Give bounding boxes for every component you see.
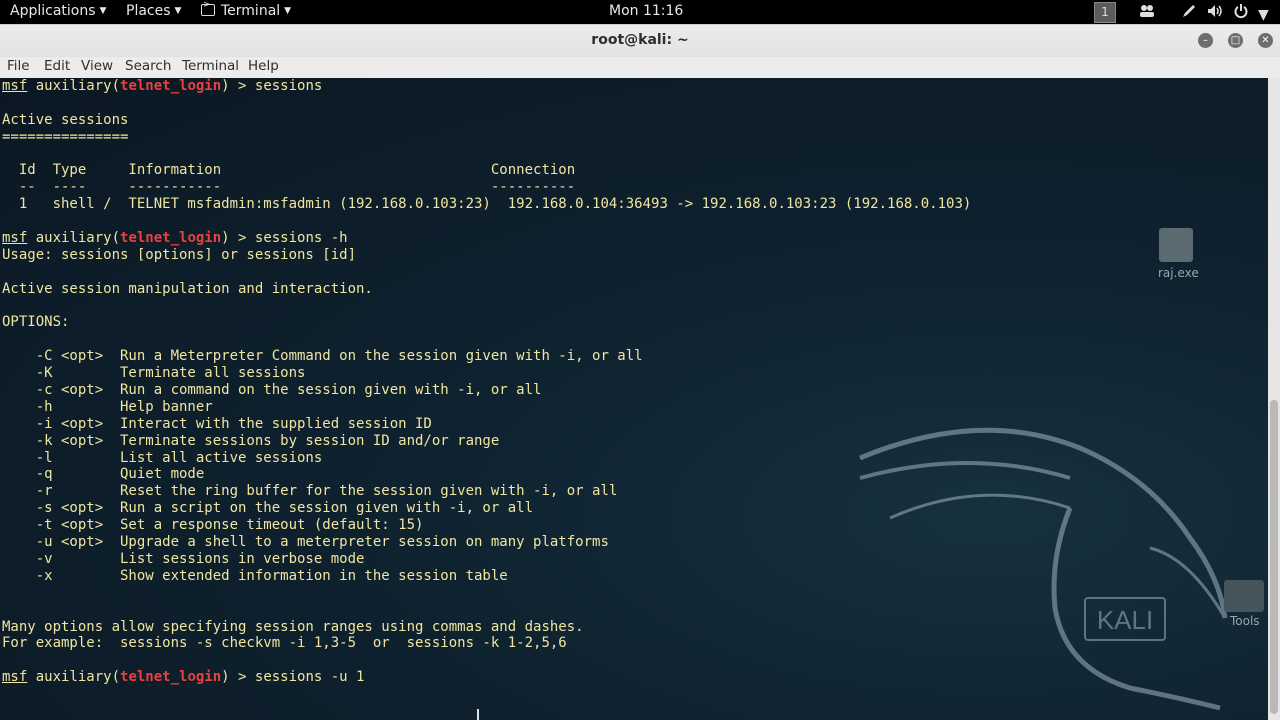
option-line: -v List sessions in verbose mode [2,550,365,567]
prompt-module: telnet_login [120,230,222,247]
kali-logo-text: KALI [1097,605,1153,635]
output-line: OPTIONS: [2,314,70,331]
menu-help[interactable]: Help [248,58,279,74]
option-line: -t <opt> Set a response timeout (default… [2,517,424,534]
option-line: -k <opt> Terminate sessions by session I… [2,432,500,449]
power-icon[interactable] [1233,3,1249,23]
option-line: -i <opt> Interact with the supplied sess… [2,415,432,432]
table-divider: -- ---- ----------- ---------- [2,179,576,196]
prompt-msf: msf [2,669,28,686]
applications-menu[interactable]: Applications ▼ [10,3,106,19]
places-menu[interactable]: Places ▼ [126,3,181,19]
option-line: -s <opt> Run a script on the session giv… [2,500,534,517]
prompt-line: msf auxiliary(telnet_login) > sessions -… [2,669,971,686]
menu-bar: File Edit View Search Terminal Help [0,57,1280,79]
prompt-msf: msf [2,230,28,247]
menu-edit[interactable]: Edit [44,58,70,74]
terminal-area[interactable]: KALI raj.exe Tools msf auxiliary(telnet_… [0,78,1268,720]
minimize-button[interactable]: – [1198,33,1213,48]
command-text: sessions -u 1 [254,669,365,686]
prompt-text: auxiliary( [27,230,121,247]
option-line: -x Show extended information in the sess… [2,567,508,584]
output-line: =============== [2,128,129,145]
option-line: -u <opt> Upgrade a shell to a meterprete… [2,534,609,551]
option-line: -r Reset the ring buffer for the session… [2,483,618,500]
volume-icon[interactable] [1206,3,1224,23]
close-button[interactable]: ✕ [1258,33,1273,48]
option-line: -h Help banner [2,398,213,415]
maximize-button[interactable]: □ [1228,33,1243,48]
command-text: sessions [254,78,323,94]
scrollbar-thumb[interactable] [1270,400,1278,714]
prompt-msf: msf [2,78,28,94]
prompt-text: ) > [221,230,255,247]
workspace-switcher[interactable]: 1 [1094,2,1116,23]
text-cursor-icon [477,709,484,720]
desktop-icon-raj[interactable]: raj.exe [1158,228,1199,280]
chevron-down-icon: ▼ [174,6,182,16]
prompt-text: ) > [221,78,255,94]
clock[interactable]: Mon 11:16 [609,3,683,19]
menu-search[interactable]: Search [125,58,171,74]
menu-terminal[interactable]: Terminal [182,58,239,74]
output-line: Active session manipulation and interact… [2,280,373,297]
top-panel: Applications▼ Places▼ Terminal▼ Mon 11:1… [0,0,1280,24]
prompt-text: auxiliary( [27,78,121,94]
terminal-icon [201,0,215,16]
prompt-module: telnet_login [120,78,222,94]
applications-label: Applications [10,3,96,19]
desktop-icon-label: raj.exe [1158,266,1199,280]
executable-icon [1159,228,1193,262]
option-line: -q Quiet mode [2,466,205,483]
terminal-app-label: Terminal [221,3,281,19]
prompt-text: auxiliary( [27,669,121,686]
users-icon[interactable] [1139,3,1155,23]
table-header: Id Type Information Connection [2,162,576,179]
desktop-icon-tools[interactable]: Tools [1224,580,1264,628]
option-line: -c <opt> Run a command on the session gi… [2,382,542,399]
prompt-line: msf auxiliary(telnet_login) > sessions -… [2,230,971,247]
output-line: Active sessions [2,111,129,128]
folder-icon [1224,580,1264,612]
table-row: 1 shell / TELNET msfadmin:msfadmin (192.… [2,196,972,213]
output-line: Usage: sessions [options] or sessions [i… [2,246,357,263]
menu-file[interactable]: File [7,58,30,74]
output-line: For example: sessions -s checkvm -i 1,3-… [2,635,567,652]
desktop-icon-label: Tools [1230,614,1260,628]
option-line: -l List all active sessions [2,449,323,466]
prompt-module: telnet_login [120,669,222,686]
chevron-down-icon: ▼ [99,6,107,16]
chevron-down-icon: ▼ [284,6,292,16]
window-title: root@kali: ~ [591,32,689,48]
prompt-text: ) > [221,669,255,686]
places-label: Places [126,3,171,19]
output-line: Many options allow specifying session ra… [2,618,584,635]
pen-icon[interactable] [1181,3,1197,23]
terminal-output: msf auxiliary(telnet_login) > sessions Ac… [2,78,971,686]
prompt-line: msf auxiliary(telnet_login) > sessions [2,78,971,95]
chevron-down-icon[interactable]: ▼ [1258,7,1269,23]
menu-view[interactable]: View [81,58,113,74]
window-titlebar[interactable]: root@kali: ~ – □ ✕ [0,24,1280,58]
command-text: sessions -h [254,230,348,247]
option-line: -K Terminate all sessions [2,365,306,382]
option-line: -C <opt> Run a Meterpreter Command on th… [2,348,643,365]
terminal-app-menu[interactable]: Terminal▼ [201,0,292,19]
